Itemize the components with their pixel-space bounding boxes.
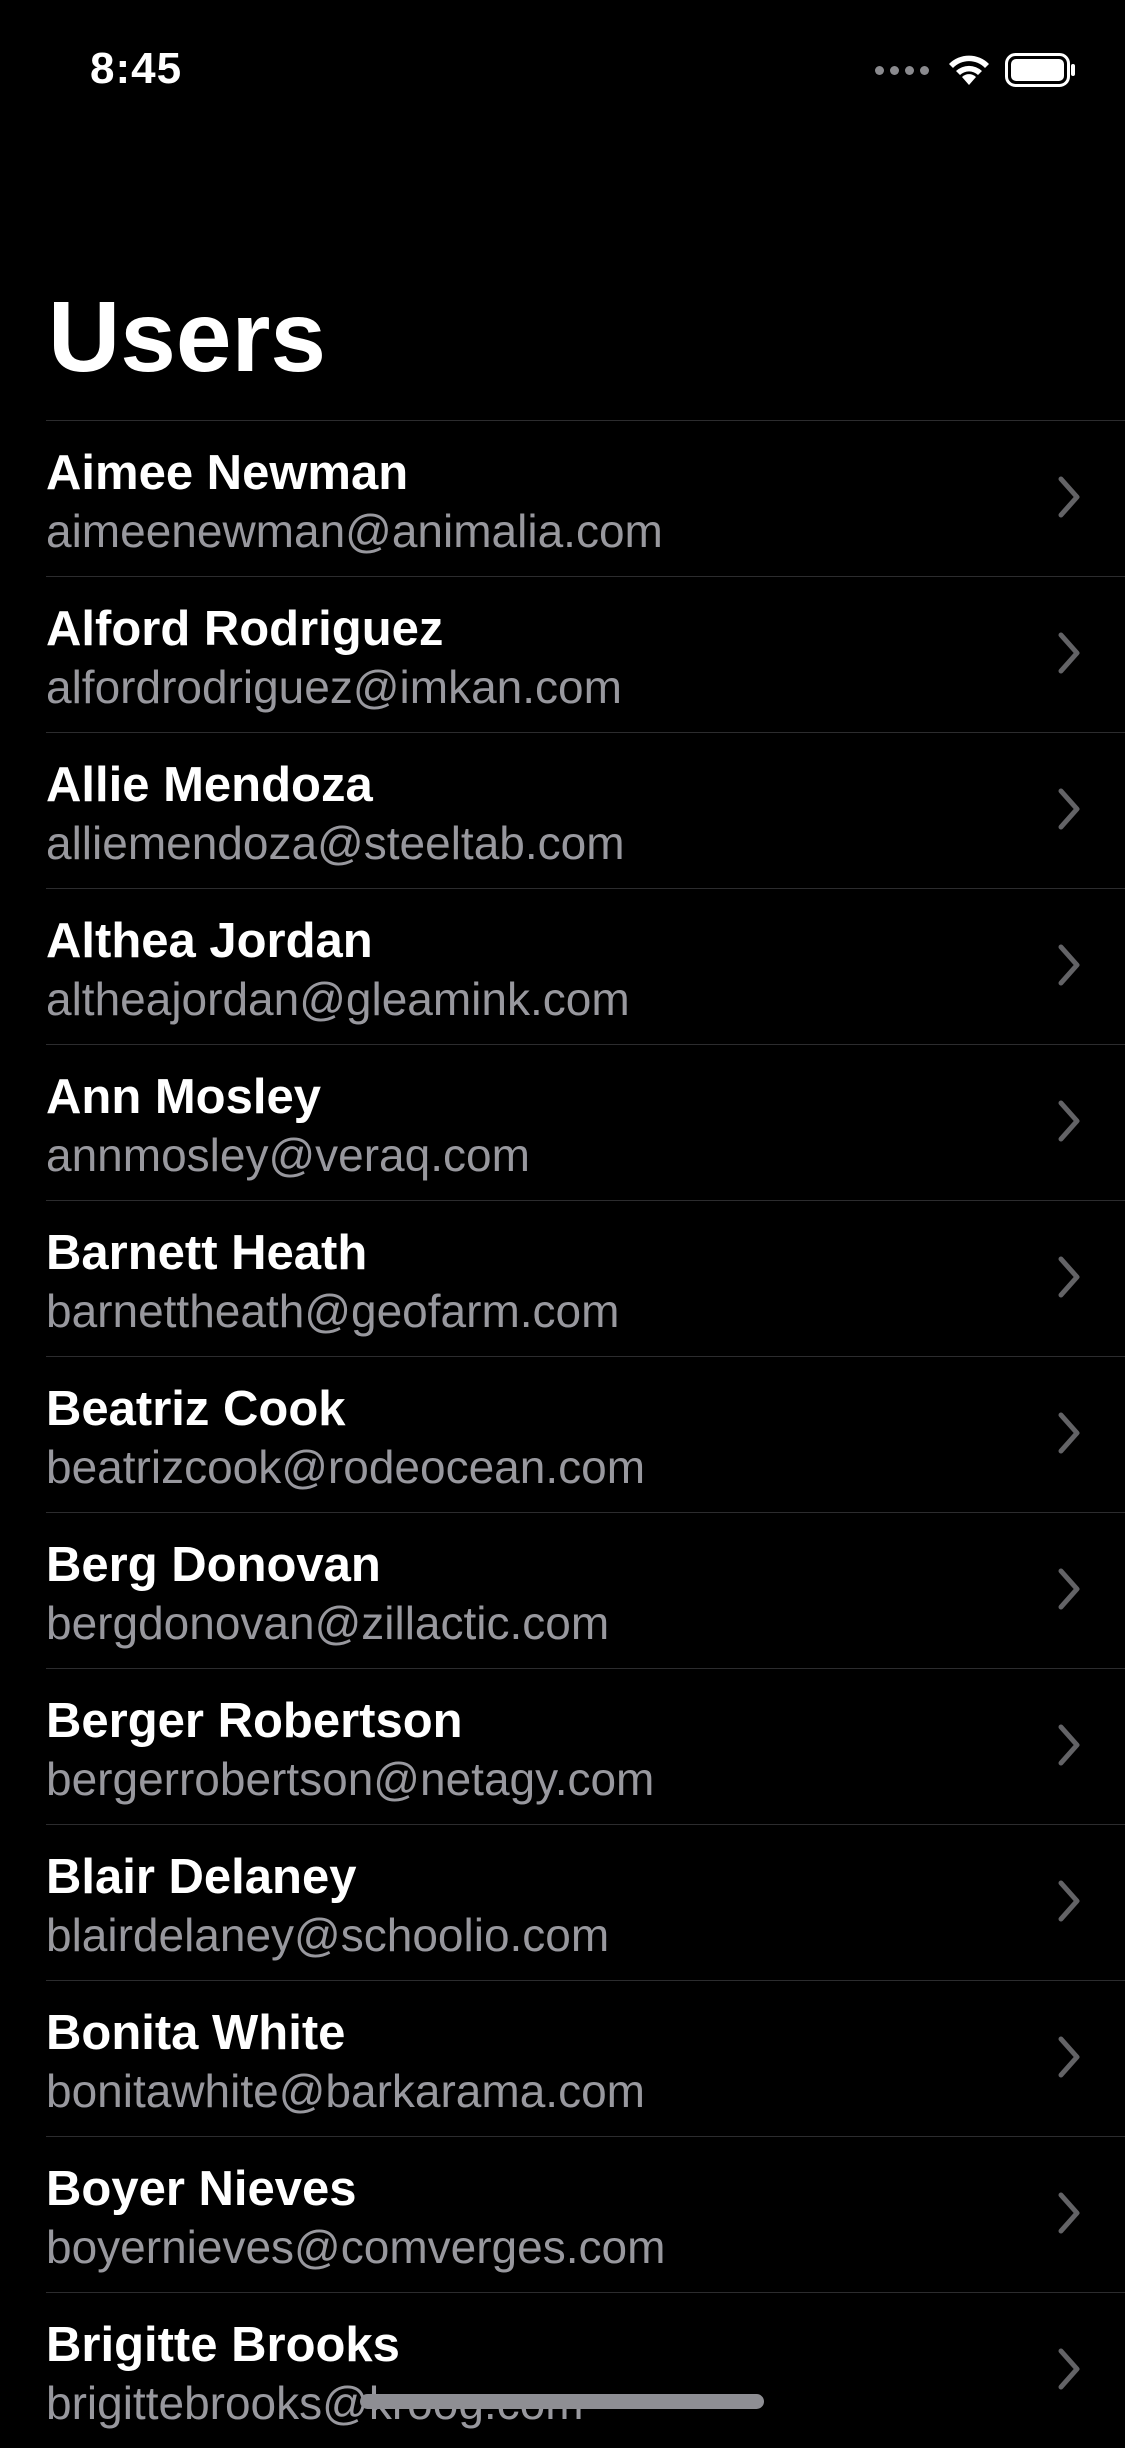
chevron-right-icon xyxy=(1058,1880,1080,1922)
user-email: alfordrodriguez@imkan.com xyxy=(46,661,622,713)
user-email: beatrizcook@rodeocean.com xyxy=(46,1441,646,1493)
user-row[interactable]: Althea Jordan altheajordan@gleamink.com xyxy=(46,888,1125,1044)
user-name: Alford Rodriguez xyxy=(46,602,444,656)
user-row[interactable]: Alford Rodriguez alfordrodriguez@imkan.co… xyxy=(46,576,1125,732)
user-row[interactable]: Bonita White bonitawhite@barkarama.com xyxy=(46,1980,1125,2136)
home-indicator[interactable] xyxy=(360,2394,764,2409)
user-list: Aimee Newman aimeenewman@animalia.com Alfo… xyxy=(0,420,1125,2448)
user-email: bonitawhite@barkarama.com xyxy=(46,2065,645,2117)
chevron-right-icon xyxy=(1058,1100,1080,1142)
chevron-right-icon xyxy=(1058,632,1080,674)
battery-icon xyxy=(1005,53,1075,87)
user-row[interactable]: Berg Donovan bergdonovan@zillactic.com xyxy=(46,1512,1125,1668)
chevron-right-icon xyxy=(1058,1256,1080,1298)
user-email: boyernieves@comverges.com xyxy=(46,2221,666,2273)
user-row[interactable]: Blair Delaney blairdelaney@schoolio.com xyxy=(46,1824,1125,1980)
user-name: Barnett Heath xyxy=(46,1226,368,1280)
user-row[interactable]: Brigitte Brooks brigittebrooks@kroog.com xyxy=(46,2292,1125,2448)
status-time: 8:45 xyxy=(90,44,183,93)
user-email: barnettheath@geofarm.com xyxy=(46,1285,620,1337)
chevron-right-icon xyxy=(1058,1568,1080,1610)
user-name: Boyer Nieves xyxy=(46,2162,357,2216)
status-icons xyxy=(875,50,1077,90)
status-bar: 8:45 xyxy=(0,0,1125,132)
user-row[interactable]: Allie Mendoza alliemendoza@steeltab.com xyxy=(46,732,1125,888)
cellular-signal-icon xyxy=(875,65,929,75)
user-name: Berger Robertson xyxy=(46,1694,463,1748)
user-row[interactable]: Boyer Nieves boyernieves@comverges.com xyxy=(46,2136,1125,2292)
user-name: Berg Donovan xyxy=(46,1538,381,1592)
page-title: Users xyxy=(48,281,326,393)
user-row[interactable]: Beatriz Cook beatrizcook@rodeocean.com xyxy=(46,1356,1125,1512)
wifi-icon xyxy=(949,55,989,85)
user-name: Beatriz Cook xyxy=(46,1382,346,1436)
user-email: bergerrobertson@netagy.com xyxy=(46,1753,655,1805)
chevron-right-icon xyxy=(1058,1724,1080,1766)
user-name: Ann Mosley xyxy=(46,1070,321,1124)
user-name: Aimee Newman xyxy=(46,446,409,500)
user-row[interactable]: Aimee Newman aimeenewman@animalia.com xyxy=(46,420,1125,576)
user-email: alliemendoza@steeltab.com xyxy=(46,817,625,869)
chevron-right-icon xyxy=(1058,788,1080,830)
user-row[interactable]: Barnett Heath barnettheath@geofarm.com xyxy=(46,1200,1125,1356)
chevron-right-icon xyxy=(1058,2036,1080,2078)
user-name: Blair Delaney xyxy=(46,1850,357,1904)
user-name: Brigitte Brooks xyxy=(46,2318,400,2372)
user-email: blairdelaney@schoolio.com xyxy=(46,1909,610,1961)
user-name: Bonita White xyxy=(46,2006,346,2060)
chevron-right-icon xyxy=(1058,944,1080,986)
user-email: altheajordan@gleamink.com xyxy=(46,973,630,1025)
user-email: annmosley@veraq.com xyxy=(46,1129,530,1181)
user-row[interactable]: Berger Robertson bergerrobertson@netagy.c… xyxy=(46,1668,1125,1824)
user-name: Allie Mendoza xyxy=(46,758,373,812)
chevron-right-icon xyxy=(1058,1412,1080,1454)
user-row[interactable]: Ann Mosley annmosley@veraq.com xyxy=(46,1044,1125,1200)
user-name: Althea Jordan xyxy=(46,914,373,968)
chevron-right-icon xyxy=(1058,476,1080,518)
user-email: aimeenewman@animalia.com xyxy=(46,505,663,557)
navigation-header: Users xyxy=(48,282,326,392)
chevron-right-icon xyxy=(1058,2348,1080,2390)
chevron-right-icon xyxy=(1058,2192,1080,2234)
user-email: bergdonovan@zillactic.com xyxy=(46,1597,610,1649)
